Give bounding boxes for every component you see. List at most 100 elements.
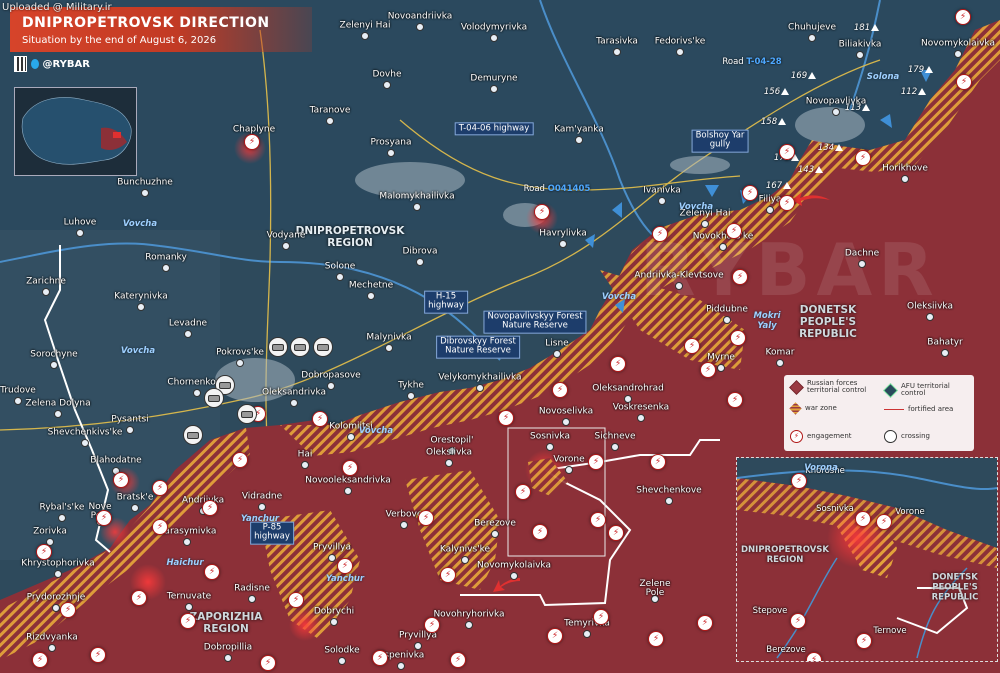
engagement-icon: ⚡ <box>260 655 276 671</box>
settlement-label: Blahodatne <box>90 455 142 466</box>
settlement-label: Chaplyne <box>232 124 276 135</box>
settlement-label: Dovhe <box>372 69 402 80</box>
engagement-icon: ⚡ <box>342 460 358 476</box>
afu-control-swatch <box>883 382 898 398</box>
settlement-marker <box>701 220 709 228</box>
inset-region-dnipropetrovsk: DNIPROPETROVSK REGION <box>741 545 829 566</box>
settlement-label: Pokrovs'ke <box>216 347 264 358</box>
settlement-label: Komar <box>765 347 795 358</box>
engagement-icon: ⚡ <box>372 650 388 666</box>
settlement-marker <box>414 642 422 650</box>
settlement-label: Pysantsi <box>111 414 149 425</box>
engagement-icon: ⚡ <box>700 362 716 378</box>
region-dnipropetrovsk-text: DNIPROPETROVSK REGION <box>295 224 405 249</box>
settlement-label: Shevchenkivs'ke <box>47 427 123 438</box>
settlement-label: Trudove <box>0 385 36 396</box>
settlement-label: Novomykolaivka <box>477 560 551 571</box>
settlement-marker <box>397 662 405 670</box>
height-label: 143 <box>797 165 815 175</box>
height-label: 169 <box>790 71 808 81</box>
settlement-label: Piddubne <box>706 304 748 315</box>
settlement-marker <box>808 34 816 42</box>
qr-code-icon <box>14 56 27 72</box>
height-label: 181 <box>853 23 871 33</box>
height-label: 179 <box>907 65 925 75</box>
settlement-marker <box>258 503 266 511</box>
river-label: Vovcha <box>122 219 158 229</box>
settlement-marker <box>719 243 727 251</box>
settlement-marker <box>491 530 499 538</box>
settlement-marker <box>575 136 583 144</box>
settlement-marker <box>461 556 469 564</box>
settlement-label: Bunchuzhne <box>117 177 173 188</box>
settlement-label: Oleksandrivka <box>261 387 327 398</box>
road-prefix: Road <box>523 184 548 194</box>
crossing-icon <box>313 337 333 357</box>
settlement-marker <box>58 514 66 522</box>
settlement-marker <box>465 621 473 629</box>
title-banner: DNIPROPETROVSK DIRECTION Situation by th… <box>10 7 312 52</box>
inset-region-text: DNIPROPETROVSK REGION <box>741 545 829 565</box>
settlement-marker <box>476 384 484 392</box>
engagement-icon: ⚡ <box>131 590 147 606</box>
settlement-marker <box>858 260 866 268</box>
height-label: 112 <box>900 87 918 97</box>
engagement-icon: ⚡ <box>742 185 758 201</box>
settlement-label: Lisne <box>545 338 569 349</box>
settlement-marker <box>347 433 355 441</box>
settlement-label: Oleksandrohrad <box>592 383 664 394</box>
legend-label: engagement <box>807 431 852 440</box>
settlement-label: Verbove <box>385 509 423 520</box>
region-zaporizhia: ZAPORIZHIA REGION <box>190 611 263 635</box>
settlement-label: Khrystophorivka <box>21 558 95 569</box>
height-triangle-icon <box>808 72 816 79</box>
settlement-label: Bahatyr <box>927 337 963 348</box>
engagement-icon: ⚡ <box>856 633 872 649</box>
dibrovskyy-forest-box: Dibrovskyy Forest Nature Reserve <box>436 335 520 359</box>
river-label: Mokri Yaly <box>753 311 781 331</box>
engagement-icon: ⚡ <box>532 524 548 540</box>
zoom-inset-sosnivka: Khoroshe ⚡ Sosnivka ⚡ Vorone ⚡ Stepove ⚡ Ternove… <box>736 457 998 662</box>
settlement-marker <box>248 595 256 603</box>
river-label: Vovcha <box>678 202 714 212</box>
settlement-marker <box>126 426 134 434</box>
overview-locator-map <box>14 87 137 176</box>
settlement-marker <box>416 23 424 31</box>
settlement-label: Demurynе <box>470 73 518 84</box>
settlement-marker <box>282 242 290 250</box>
engagement-icon: ⚡ <box>790 430 803 443</box>
settlement-label: Sosnivka <box>529 431 571 442</box>
region-donetsk: DONETSK PEOPLE'S REPUBLIC <box>799 304 857 340</box>
settlement-label: Berezove <box>474 518 516 529</box>
road-prefix: Road <box>722 57 747 67</box>
novopavlivskyy-forest-box: Novopavlivskyy Forest Nature Reserve <box>483 310 587 334</box>
settlement-label: Zorivka <box>33 526 67 537</box>
settlement-marker <box>330 618 338 626</box>
engagement-icon: ⚡ <box>588 454 604 470</box>
settlement-marker <box>510 572 518 580</box>
engagement-icon: ⚡ <box>288 592 304 608</box>
engagement-icon: ⚡ <box>955 9 971 25</box>
settlement-marker <box>327 382 335 390</box>
settlement-marker <box>367 292 375 300</box>
inset-settlement-label: Vorone <box>895 506 925 517</box>
engagement-icon: ⚡ <box>534 204 550 220</box>
settlement-label: Velykomykhailivka <box>438 372 522 383</box>
engagement-icon: ⚡ <box>204 564 220 580</box>
legend-crossing: crossing <box>884 430 930 443</box>
height-triangle-icon <box>815 166 823 173</box>
settlement-marker <box>901 175 909 183</box>
settlement-marker <box>926 313 934 321</box>
engagement-icon: ⚡ <box>806 652 822 661</box>
settlement-marker <box>14 397 22 405</box>
engagement-icon: ⚡ <box>590 512 606 528</box>
settlement-marker <box>336 273 344 281</box>
height-label: 134 <box>817 143 835 153</box>
settlement-marker <box>141 189 149 197</box>
settlement-label: Sorochyne <box>30 349 78 360</box>
telegram-icon <box>30 59 39 69</box>
inset-region-text: DONETSK PEOPLE'S REPUBLIC <box>931 572 979 602</box>
engagement-icon: ⚡ <box>791 473 807 489</box>
engagement-icon: ⚡ <box>779 144 795 160</box>
height-label: 158 <box>760 117 778 127</box>
